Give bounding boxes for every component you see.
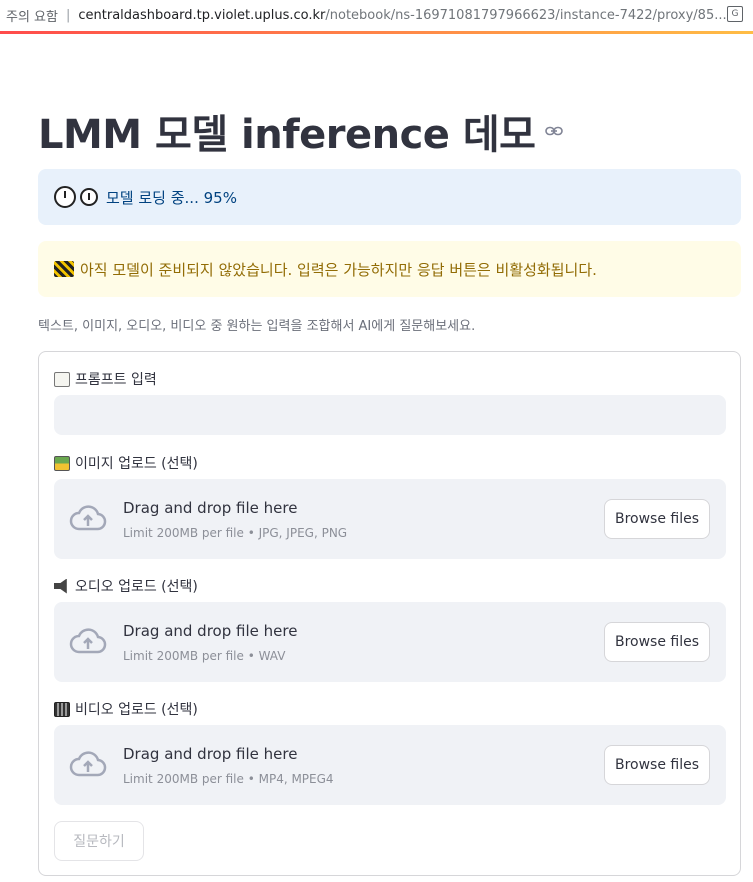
video-dropzone[interactable]: Drag and drop file here Limit 200MB per … [54,725,726,805]
image-upload-label-text: 이미지 업로드 (선택) [75,456,198,472]
stopwatch-icon [54,186,76,208]
url-text[interactable]: centraldashboard.tp.violet.uplus.co.kr/n… [78,8,726,23]
page-title-text: LMM 모델 inference 데모 [38,112,536,158]
address-separator: | [65,7,71,23]
loading-text: 모델 로딩 중... 95% [106,188,237,207]
memo-icon [54,371,70,387]
prompt-label: 프롬프트 입력 [54,369,157,389]
page-caption: 텍스트, 이미지, 오디오, 비디오 중 원하는 입력을 조합해서 AI에게 질… [38,319,476,334]
cloud-upload-icon [69,505,107,531]
audio-dropzone[interactable]: Drag and drop file here Limit 200MB per … [54,602,726,682]
audio-upload-label: 오디오 업로드 (선택) [54,576,198,596]
prompt-label-text: 프롬프트 입력 [75,372,157,388]
speaker-icon [54,578,67,594]
input-form: 프롬프트 입력 이미지 업로드 (선택) Drag and drop file … [38,351,741,876]
warning-text: 아직 모델이 준비되지 않았습니다. 입력은 가능하지만 응답 버튼은 비활성화… [80,260,597,279]
image-upload-label: 이미지 업로드 (선택) [54,453,198,473]
dropzone-title: Drag and drop file here [123,622,298,640]
browse-files-button[interactable]: Browse files [604,622,710,662]
submit-button[interactable]: 질문하기 [54,821,144,861]
loading-alert: 모델 로딩 중... 95% [38,169,741,225]
security-warning[interactable]: 주의 요함 [0,6,58,25]
cloud-upload-icon [69,751,107,777]
dropzone-title: Drag and drop file here [123,499,298,517]
audio-upload-label-text: 오디오 업로드 (선택) [75,579,198,595]
stopwatch-icon [80,188,98,206]
browse-files-button[interactable]: Browse files [604,499,710,539]
prompt-input[interactable] [54,395,726,435]
browse-files-button[interactable]: Browse files [604,745,710,785]
construction-icon [54,261,74,277]
dropzone-limit: Limit 200MB per file • JPG, JPEG, PNG [123,526,348,540]
browser-address-bar[interactable]: 주의 요함 | centraldashboard.tp.violet.uplus… [0,0,753,30]
page-title: LMM 모델 inference 데모 [38,102,564,160]
url-host: centraldashboard.tp.violet.uplus.co.kr [78,7,326,23]
header-decoration [0,31,753,34]
image-dropzone[interactable]: Drag and drop file here Limit 200MB per … [54,479,726,559]
dropzone-title: Drag and drop file here [123,745,298,763]
link-icon[interactable] [545,126,564,136]
video-upload-label: 비디오 업로드 (선택) [54,699,198,719]
dropzone-limit: Limit 200MB per file • WAV [123,649,286,663]
translate-icon[interactable]: G [727,6,743,22]
dropzone-limit: Limit 200MB per file • MP4, MPEG4 [123,772,334,786]
film-icon [54,701,70,717]
framed-picture-icon [54,455,70,471]
cloud-upload-icon [69,628,107,654]
url-path: /notebook/ns-16971081797966623/instance-… [325,7,727,23]
video-upload-label-text: 비디오 업로드 (선택) [75,702,198,718]
warning-alert: 아직 모델이 준비되지 않았습니다. 입력은 가능하지만 응답 버튼은 비활성화… [38,241,741,297]
